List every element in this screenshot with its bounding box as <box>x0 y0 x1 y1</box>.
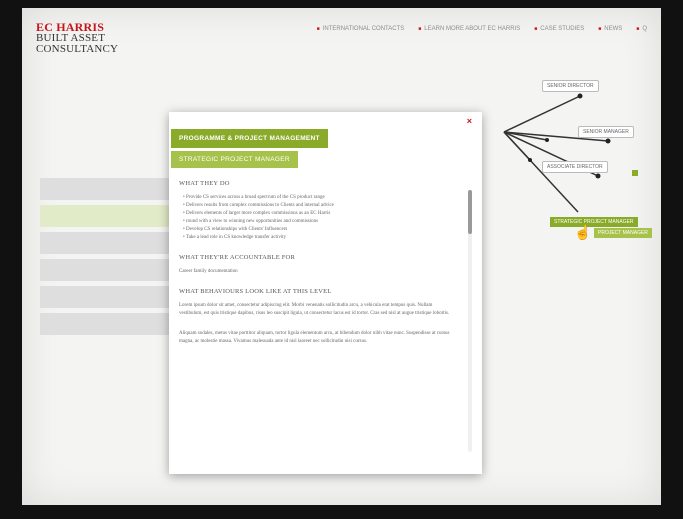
node-strategic-project-manager[interactable]: STRATEGIC PROJECT MANAGER <box>550 217 638 227</box>
node-dot <box>605 138 611 144</box>
section-heading-accountable: WHAT THEY'RE ACCOUNTABLE FOR <box>179 254 295 261</box>
node-dot <box>545 138 549 142</box>
modal-content: WHAT THEY DO Provide CS services across … <box>179 180 455 460</box>
node-associate-director[interactable]: ASSOCIATE DIRECTOR <box>542 161 608 173</box>
node-senior-director[interactable]: SENIOR DIRECTOR <box>542 80 599 92</box>
list-item: Delivers elements of larger more complex… <box>183 210 455 218</box>
section-heading-behaviours: WHAT BEHAVIOURS LOOK LIKE AT THIS LEVEL <box>179 288 332 295</box>
node-dot <box>595 173 601 179</box>
role-detail-modal: × PROGRAMME & PROJECT MANAGEMENT STRATEG… <box>169 112 482 474</box>
scrollbar-track[interactable] <box>468 190 472 452</box>
node-senior-manager[interactable]: SENIOR MANAGER <box>578 126 634 138</box>
accountable-text: Career family documentation <box>179 269 238 274</box>
node-dot <box>577 93 583 99</box>
list-item: Delivers results from complex commission… <box>183 202 455 210</box>
role-title-tag: STRATEGIC PROJECT MANAGER <box>171 151 298 168</box>
list-item: Take a lead role in CS knowledge transfe… <box>183 234 455 242</box>
hand-cursor-icon: ☝ <box>574 224 592 240</box>
behaviour-paragraph: Lorem ipsum dolor sit amet, consectetur … <box>179 303 450 316</box>
close-icon[interactable]: × <box>467 116 472 126</box>
career-family-tag: PROGRAMME & PROJECT MANAGEMENT <box>171 129 328 148</box>
expand-icon[interactable] <box>632 170 638 176</box>
list-item: Develop CS relationships with Clients' I… <box>183 226 455 234</box>
responsibility-list: Provide CS services across a broad spect… <box>179 194 455 242</box>
node-dot <box>528 158 532 162</box>
node-project-manager[interactable]: PROJECT MANAGER <box>594 228 652 238</box>
list-item: Provide CS services across a broad spect… <box>183 194 455 202</box>
list-item: round with a view to winning new opportu… <box>183 218 455 226</box>
scrollbar-thumb[interactable] <box>468 190 472 234</box>
section-heading-what: WHAT THEY DO <box>179 180 230 187</box>
behaviour-paragraph: Aliquam sodales, metus vitae porttitor a… <box>179 331 450 344</box>
